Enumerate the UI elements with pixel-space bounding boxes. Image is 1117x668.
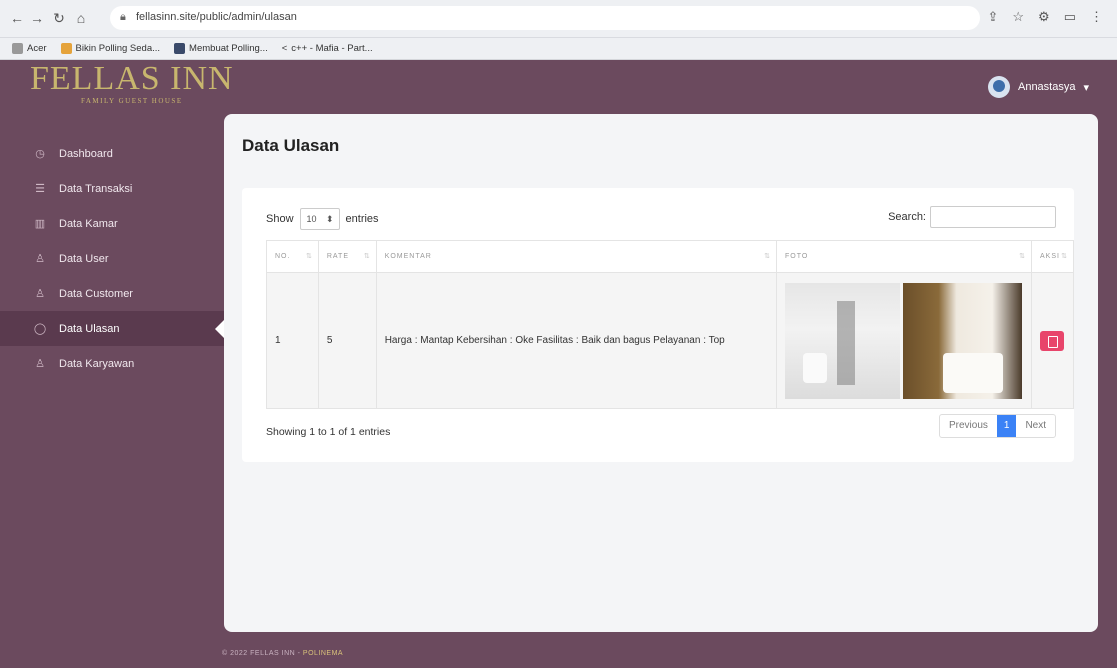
search-filter: Search:	[888, 206, 1056, 228]
sort-icon: ⇅	[1019, 253, 1026, 260]
pagination-next[interactable]: Next	[1016, 415, 1055, 437]
cell-aksi	[1030, 272, 1075, 409]
sidebar-item-dashboard[interactable]: ◷ Dashboard	[0, 136, 224, 171]
avatar	[987, 76, 1010, 98]
extension-icon[interactable]: ⚙	[1038, 9, 1050, 25]
column-header-aksi[interactable]: AKSI ⇅	[1030, 240, 1075, 273]
address-url: fellasinn.site/public/admin/ulasan	[136, 11, 297, 23]
comment-icon: ◯	[33, 323, 47, 335]
sidebar: ◷ Dashboard ☰ Data Transaksi ▥ Data Kamar ♙…	[0, 136, 224, 381]
entries-length: Show 10 entries	[266, 208, 379, 230]
star-icon[interactable]: ☆	[1012, 9, 1024, 25]
folder-icon	[12, 43, 23, 54]
cell-foto	[776, 272, 1032, 409]
bookmarks-bar: Acer Bikin Polling Seda... Membuat Polli…	[0, 38, 1117, 60]
footer: © 2022 FELLAS INN - POLINEMA	[222, 650, 344, 657]
address-bar[interactable]: 🔒︎ fellasinn.site/public/admin/ulasan	[110, 6, 980, 30]
sidebar-item-data-kamar[interactable]: ▥ Data Kamar	[0, 206, 224, 241]
delete-button[interactable]	[1040, 330, 1065, 351]
reviews-table: NO. ⇅ RATE ⇅ KOMENTAR ⇅ FOTO ⇅ AKSI ⇅ 1 5 Har…	[266, 240, 1075, 409]
user-plus-icon: ♙	[35, 288, 45, 300]
clock-icon: ◷	[35, 148, 45, 160]
user-menu[interactable]: Annastasya ▾	[987, 76, 1089, 98]
menu-icon[interactable]: ⋮	[1090, 9, 1103, 25]
bookmark-icon	[174, 43, 186, 54]
review-photo-bathroom[interactable]	[785, 282, 900, 399]
brand-name: FELLAS INN	[30, 60, 234, 97]
sidebar-item-data-user[interactable]: ♙ Data User	[0, 241, 224, 276]
sort-icon: ⇅	[363, 253, 371, 260]
sidebar-item-data-karyawan[interactable]: ♙ Data Karyawan	[0, 346, 224, 381]
brand-logo[interactable]: FELLAS INN FAMILY GUEST HOUSE	[30, 60, 234, 106]
cell-no: 1	[266, 272, 319, 409]
table-row: 1 5 Harga : Mantap Kebersihan : Oke Fasi…	[266, 272, 1075, 409]
pagination-page-1[interactable]: 1	[996, 415, 1017, 437]
browser-toolbar: ← → ↻ ⌂ 🔒︎ fellasinn.site/public/admin/u…	[0, 0, 1117, 38]
entries-select[interactable]: 10	[299, 208, 340, 230]
data-table-panel: Show 10 entries Search: NO.⇅ RATE⇅ KOMEN…	[242, 188, 1075, 462]
bookmark-acer[interactable]: Acer	[12, 43, 47, 54]
column-header-no[interactable]: NO. ⇅	[266, 240, 319, 273]
list-icon: ☰	[35, 183, 45, 195]
bookmark-cpp[interactable]: < c++ - Mafia - Part...	[282, 43, 373, 54]
column-header-komentar[interactable]: KOMENTAR ⇅	[375, 240, 778, 273]
brand-tagline: FAMILY GUEST HOUSE	[80, 97, 183, 105]
bookmark-polling[interactable]: Bikin Polling Seda...	[60, 43, 160, 54]
share-icon[interactable]: ⇪	[987, 9, 998, 25]
reload-icon[interactable]: ↻	[50, 9, 68, 27]
footer-org: POLINEMA	[302, 650, 344, 657]
table-info: Showing 1 to 1 of 1 entries	[266, 426, 391, 438]
cell-komentar: Harga : Mantap Kebersihan : Oke Fasilita…	[375, 272, 778, 409]
pagination: Previous 1 Next	[938, 414, 1056, 438]
users-icon: ♙	[35, 358, 45, 370]
lock-icon: 🔒︎	[120, 11, 126, 23]
back-icon[interactable]: ←	[8, 9, 26, 27]
home-icon[interactable]: ⌂	[72, 9, 90, 27]
bookmark-icon	[60, 43, 72, 54]
sort-icon: ⇅	[1061, 253, 1068, 260]
user-icon: ♙	[35, 253, 45, 265]
bookmark-membuat[interactable]: Membuat Polling...	[174, 43, 268, 54]
sort-icon: ⇅	[305, 253, 313, 260]
sidebar-item-data-customer[interactable]: ♙ Data Customer	[0, 276, 224, 311]
column-header-foto[interactable]: FOTO ⇅	[776, 240, 1032, 273]
window-icon[interactable]: ▭	[1064, 9, 1076, 25]
columns-icon: ▥	[34, 218, 46, 230]
chevron-down-icon: ▾	[1083, 81, 1089, 94]
sidebar-item-data-ulasan[interactable]: ◯ Data Ulasan	[0, 311, 224, 346]
code-icon: <	[281, 43, 288, 54]
main-content: Data Ulasan Show 10 entries Search: NO.⇅…	[224, 114, 1098, 632]
sort-icon: ⇅	[764, 253, 771, 260]
review-photo-bedroom[interactable]	[903, 282, 1022, 399]
forward-icon[interactable]: →	[28, 9, 46, 27]
user-name: Annastasya	[1017, 81, 1076, 93]
cell-rate: 5	[317, 272, 377, 409]
page-title: Data Ulasan	[242, 136, 340, 155]
sidebar-item-data-transaksi[interactable]: ☰ Data Transaksi	[0, 171, 224, 206]
search-input[interactable]	[930, 206, 1056, 228]
column-header-rate[interactable]: RATE ⇅	[317, 240, 377, 273]
pagination-previous[interactable]: Previous	[940, 415, 997, 437]
